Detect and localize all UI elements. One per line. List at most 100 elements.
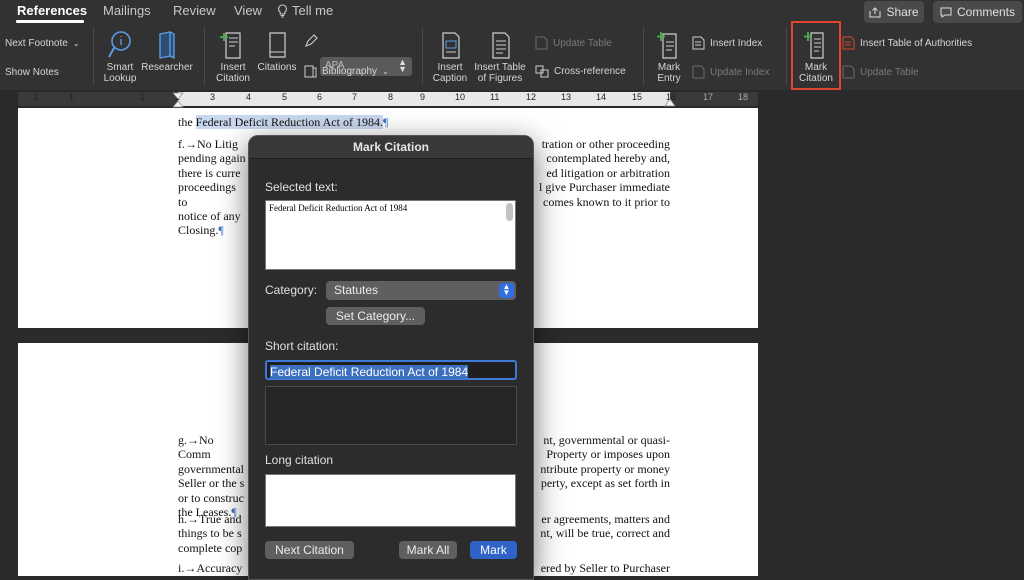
- selected-text-area[interactable]: Federal Deficit Reduction Act of 1984: [265, 200, 516, 270]
- insert-citation-label-2: Citation: [216, 73, 250, 84]
- text-line: er agreements, matters and: [541, 512, 670, 526]
- next-footnote-button[interactable]: Next Footnote ⌄: [5, 38, 80, 49]
- mark-button[interactable]: Mark: [470, 541, 517, 559]
- text-line: comes known to it prior to: [543, 194, 670, 209]
- insert-caption-icon: [442, 32, 460, 59]
- ruler-right-indent-marker[interactable]: [664, 98, 676, 107]
- update-table-icon: [535, 36, 548, 50]
- long-citation-area[interactable]: [265, 474, 516, 527]
- pilcrow-mark: ¶: [382, 115, 389, 129]
- ribbon-separator: [422, 28, 423, 84]
- insert-table-of-figures-label-2: of Figures: [477, 73, 523, 84]
- comments-button[interactable]: Comments: [933, 1, 1022, 23]
- text-line: Closing.: [178, 223, 219, 238]
- paragraph-f-left: f.→No Litig pending again there is curre…: [178, 137, 248, 238]
- set-category-button[interactable]: Set Category...: [326, 307, 425, 325]
- chevron-down-icon: ⌄: [382, 67, 389, 76]
- ruler-number: 6: [317, 92, 323, 102]
- ribbon-separator: [93, 28, 94, 84]
- paragraph-text: the: [178, 115, 196, 129]
- mark-citation-dialog: Mark Citation Selected text: Federal Def…: [248, 135, 534, 580]
- mark-citation-highlight-box: [791, 21, 841, 90]
- insert-table-of-authorities-button[interactable]: Insert Table of Authorities: [842, 36, 972, 50]
- tab-mailings[interactable]: Mailings: [103, 3, 151, 18]
- insert-citation-button[interactable]: Insert Citation: [212, 30, 254, 84]
- category-value: Statutes: [334, 283, 379, 297]
- insert-caption-label-2: Caption: [432, 73, 468, 84]
- text-line: nt, will be true, correct and: [540, 526, 670, 541]
- comments-label: Comments: [956, 5, 1015, 19]
- selected-text-value: Federal Deficit Reduction Act of 1984: [269, 203, 408, 213]
- selected-citation-text: Federal Deficit Reduction Act of 1984.: [195, 115, 383, 129]
- short-citation-value: Federal Deficit Reduction Act of 1984: [270, 365, 469, 379]
- show-notes-button[interactable]: Show Notes: [5, 67, 59, 78]
- text-line: Seller or the s: [178, 476, 245, 491]
- smart-lookup-label-2: Lookup: [103, 73, 137, 84]
- ruler-number: 17: [703, 92, 714, 102]
- ruler-number: 10: [455, 92, 466, 102]
- citations-label: Citations: [257, 62, 297, 73]
- cross-reference-button[interactable]: Cross-reference: [535, 65, 626, 78]
- ruler-number: 5: [282, 92, 288, 102]
- tell-me-search[interactable]: Tell me: [277, 3, 333, 18]
- smart-lookup-label-1: Smart: [106, 62, 134, 73]
- paragraph-i-left: i.→Accuracy: [178, 561, 243, 575]
- scrollbar-thumb[interactable]: [506, 203, 513, 221]
- text-line: tration or other proceeding: [541, 137, 670, 151]
- insert-index-label: Insert Index: [710, 37, 763, 49]
- share-icon: [869, 6, 881, 17]
- paragraph-e-end: the Federal Deficit Reduction Act of 198…: [178, 115, 670, 129]
- select-stepper-icon: ▲ ▼: [398, 57, 407, 74]
- researcher-button[interactable]: Researcher: [141, 30, 193, 73]
- insert-citation-icon: [220, 32, 241, 59]
- citations-book-icon: [269, 32, 286, 58]
- ruler-number: 1: [69, 92, 75, 102]
- text-line: f.→No Litig: [178, 137, 238, 151]
- tab-view[interactable]: View: [234, 3, 262, 18]
- bibliography-button[interactable]: Bibliography ⌄: [304, 65, 389, 78]
- update-index-button[interactable]: Update Index: [692, 65, 770, 79]
- text-line: contemplated hereby and,: [546, 151, 670, 166]
- cross-reference-icon: [535, 65, 549, 78]
- text-line: perty, except as set forth in: [540, 476, 670, 491]
- text-line: ed litigation or arbitration: [546, 165, 670, 180]
- mark-all-button[interactable]: Mark All: [399, 541, 457, 559]
- category-label: Category:: [265, 283, 318, 297]
- next-footnote-label: Next Footnote: [5, 38, 68, 49]
- ruler-number: 3: [210, 92, 216, 102]
- update-table-of-authorities-button[interactable]: Update Table: [842, 65, 919, 79]
- lightbulb-icon: [278, 3, 287, 18]
- text-line: governmental: [178, 461, 244, 476]
- share-label: Share: [886, 5, 919, 19]
- bibliography-icon: [304, 65, 317, 78]
- short-citation-list[interactable]: [265, 386, 517, 445]
- text-line: h.→True and: [178, 512, 242, 526]
- table-of-figures-icon: [492, 32, 510, 59]
- update-table-icon: [842, 65, 855, 79]
- share-button[interactable]: Share: [864, 1, 924, 23]
- bibliography-label: Bibliography: [322, 66, 378, 77]
- mark-entry-button[interactable]: Mark Entry: [650, 30, 688, 84]
- update-index-icon: [692, 65, 705, 79]
- category-select[interactable]: Statutes ▲ ▼: [326, 281, 516, 300]
- selected-text-label: Selected text:: [265, 180, 338, 194]
- tab-review[interactable]: Review: [173, 3, 216, 18]
- ruler-number: 9: [420, 92, 426, 102]
- short-citation-input[interactable]: Federal Deficit Reduction Act of 1984: [265, 360, 517, 380]
- insert-index-button[interactable]: Insert Index: [692, 36, 762, 50]
- next-citation-button[interactable]: Next Citation: [265, 541, 354, 559]
- pilcrow-mark: ¶: [218, 223, 224, 238]
- smart-lookup-button[interactable]: Smart Lookup: [100, 30, 140, 84]
- ribbon-separator: [786, 28, 787, 84]
- insert-caption-button[interactable]: Insert Caption: [429, 30, 471, 84]
- insert-caption-label-1: Insert: [437, 62, 463, 73]
- ruler-indent-marker[interactable]: [172, 92, 184, 108]
- insert-table-of-figures-button[interactable]: Insert Table of Figures: [472, 30, 528, 84]
- ruler-number: 4: [246, 92, 252, 102]
- ribbon-references: Next Footnote ⌄ Show Notes Smart Lookup …: [0, 24, 1024, 90]
- tab-references[interactable]: References: [17, 3, 87, 18]
- update-table-button[interactable]: Update Table: [535, 36, 612, 50]
- ruler-number: 14: [596, 92, 607, 102]
- ruler-number: 13: [561, 92, 572, 102]
- citations-button[interactable]: Citations: [256, 30, 298, 73]
